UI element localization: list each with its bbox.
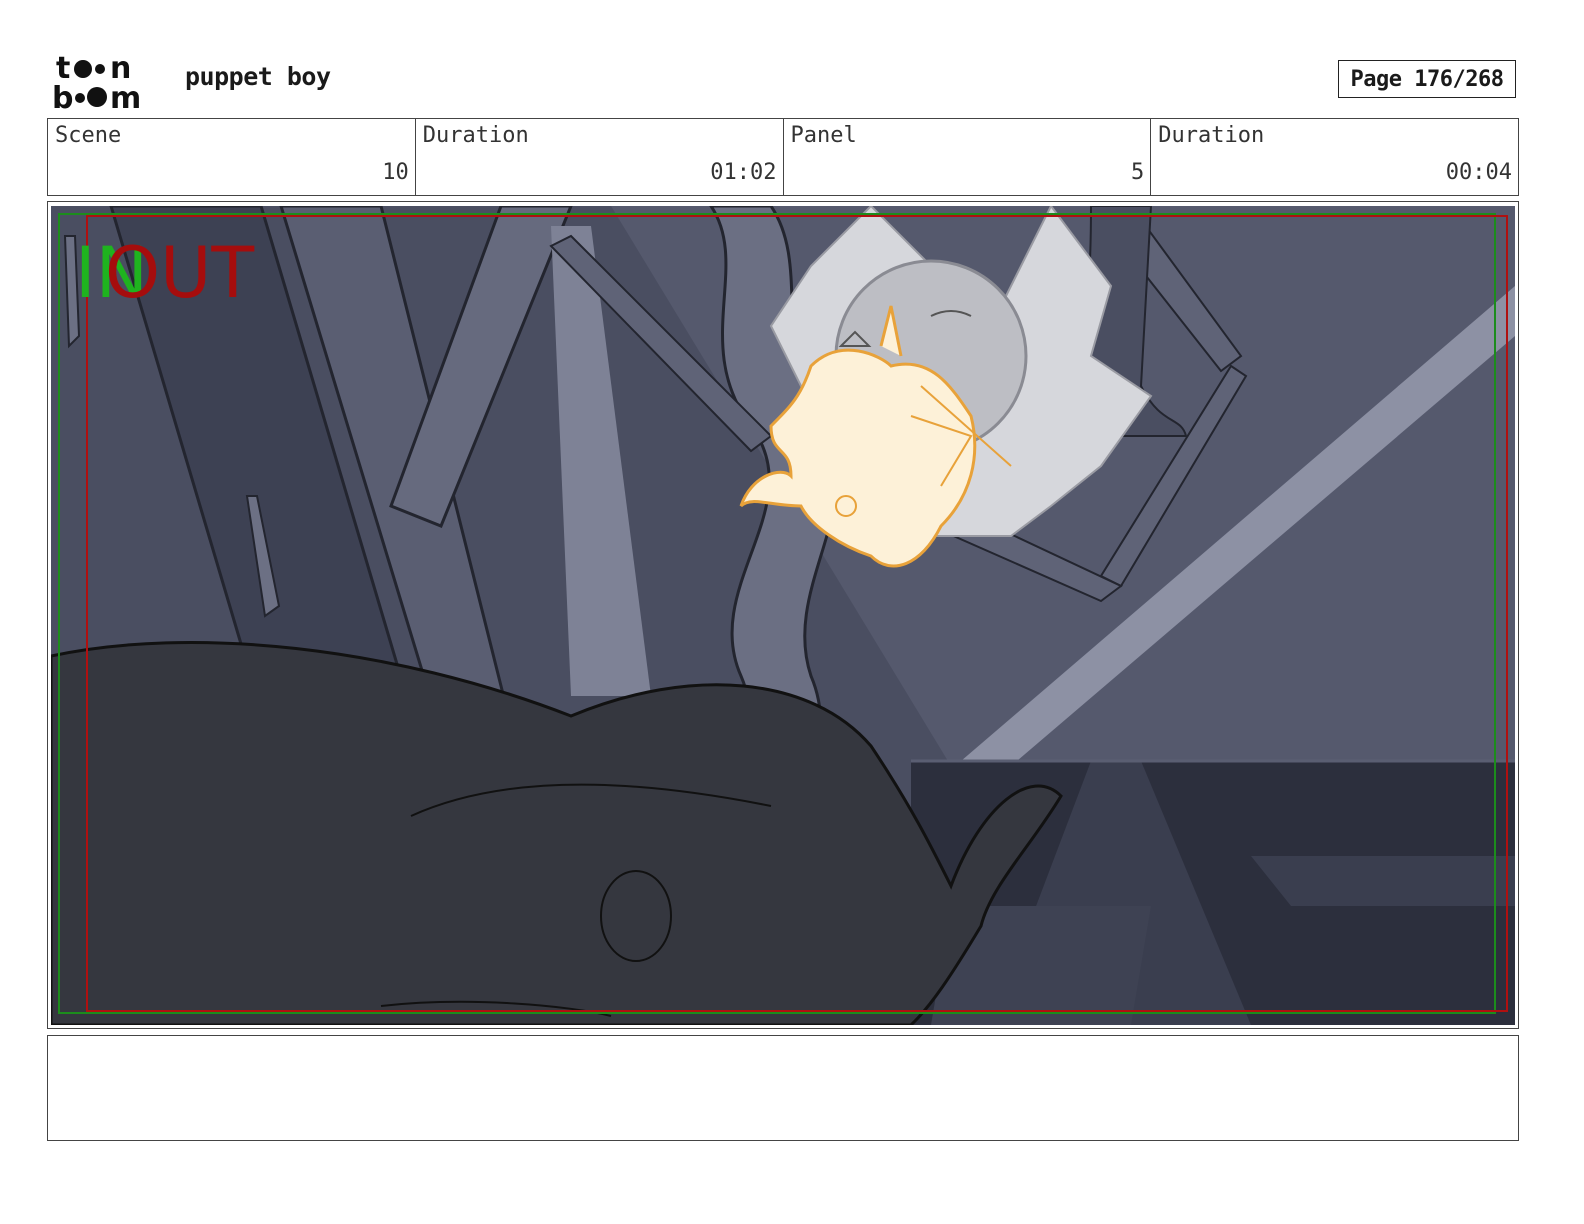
panel-value: 5 — [1131, 160, 1145, 185]
scene-value: 10 — [382, 160, 409, 185]
scene-duration-cell: Duration 01:02 — [416, 119, 784, 195]
svg-text:m: m — [110, 81, 141, 112]
panel-duration-label: Duration — [1158, 123, 1265, 148]
page-number: Page 176/268 — [1338, 60, 1516, 98]
project-title: puppet boy — [185, 62, 331, 91]
in-out-markers: IN OUT — [75, 238, 275, 308]
panel-duration-cell: Duration 00:04 — [1151, 119, 1518, 195]
notes-box — [47, 1035, 1519, 1141]
scene-info-row: Scene 10 Duration 01:02 Panel 5 Duration… — [47, 118, 1519, 196]
svg-text:b: b — [52, 81, 73, 112]
panel-cell: Panel 5 — [784, 119, 1152, 195]
scene-duration-value: 01:02 — [710, 160, 777, 185]
scene-cell: Scene 10 — [48, 119, 416, 195]
scene-duration-label: Duration — [422, 123, 529, 148]
storyboard-panel-artwork — [51, 206, 1515, 1025]
scene-label: Scene — [55, 123, 122, 148]
panel-duration-value: 00:04 — [1445, 160, 1512, 185]
toon-boom-logo: t n b m — [52, 51, 141, 112]
out-marker: OUT — [105, 232, 255, 314]
panel-label: Panel — [790, 123, 857, 148]
